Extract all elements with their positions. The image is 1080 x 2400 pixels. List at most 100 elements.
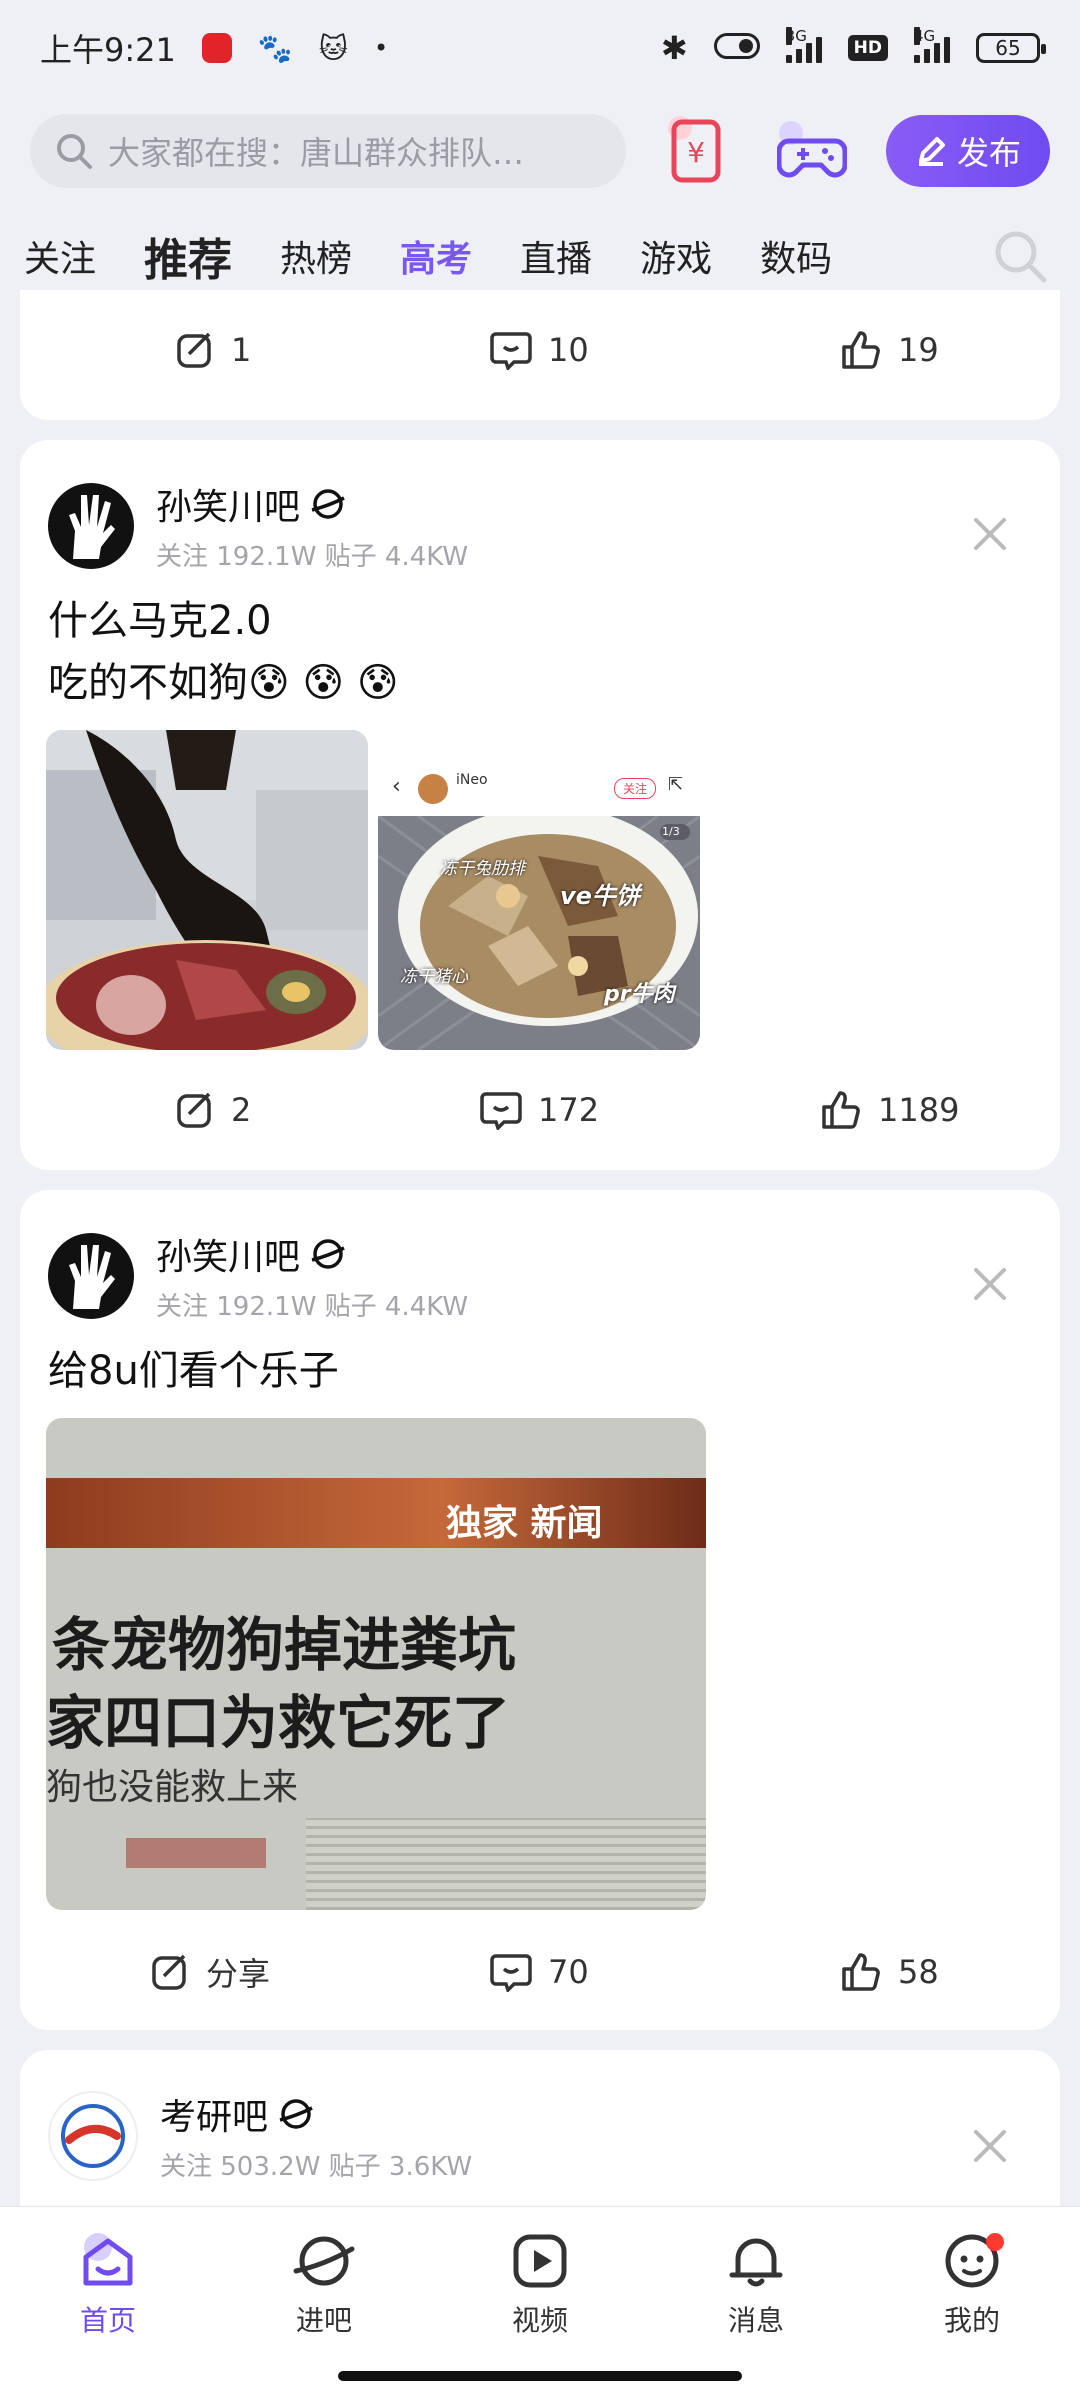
search-placeholder: 大家都在搜：唐山群众排队…: [108, 134, 525, 172]
thumbs-up-icon: [822, 1091, 860, 1129]
back-icon: ‹: [392, 774, 401, 799]
status-time: 上午9:21: [40, 31, 176, 69]
avatar: [48, 482, 134, 569]
tab-hot[interactable]: 热榜: [280, 230, 352, 282]
red-packet-icon: ¥: [668, 116, 721, 183]
post-card: 孙笑川吧 关注 192.1W 贴子 4.4KW 给8u们看个乐子 独家 新闻 条…: [20, 1190, 1060, 2030]
like-button[interactable]: 1189: [820, 1089, 959, 1131]
share-button[interactable]: 1: [175, 330, 251, 370]
share-icon: ⇱: [668, 774, 684, 795]
home-indicator[interactable]: [338, 2371, 742, 2381]
red-packet-button[interactable]: ¥: [650, 105, 742, 197]
screenshot-follow-button: 关注: [614, 778, 657, 799]
netease-music-icon: [201, 33, 232, 63]
share-button[interactable]: 2: [175, 1090, 251, 1130]
app-screen: 上午9:21 🐾 🐱 • ✱ 3G HD 4G 65 大家都在搜：唐山群众排队……: [0, 0, 1080, 2400]
search-icon: [57, 134, 92, 169]
notification-dot: [986, 2233, 1004, 2251]
tab-games[interactable]: 游戏: [640, 230, 712, 282]
bottom-navigation: 首页 进吧 视频 消息 我的: [0, 2206, 1080, 2400]
nav-video[interactable]: 视频: [470, 2229, 610, 2339]
planet-icon: [293, 2236, 355, 2286]
author-name: 孙笑川吧: [156, 1237, 301, 1278]
author-name: 考研吧: [160, 2097, 269, 2138]
post-image-screenshot[interactable]: ‹ iNeo 关注 ⇱ 1/3 冻干兔肋排 ve牛饼 冻干猪心 pr牛肉: [378, 730, 700, 1050]
tab-gaokao[interactable]: 高考: [400, 230, 472, 282]
comment-button[interactable]: 172: [480, 1090, 599, 1130]
share-icon: [152, 1954, 186, 1990]
post-text: 给8u们看个乐子: [48, 1348, 339, 1394]
publish-button[interactable]: 发布: [886, 115, 1050, 187]
signal-3g-icon: 3G: [785, 27, 822, 63]
tab-recommend[interactable]: 推荐: [144, 224, 232, 288]
home-icon: [83, 2233, 133, 2286]
planet-icon: [279, 2099, 313, 2129]
comment-button[interactable]: 70: [490, 1952, 589, 1992]
post-author[interactable]: 考研吧 关注 503.2W 贴子 3.6KW: [48, 2088, 472, 2183]
close-icon[interactable]: [970, 2126, 1010, 2166]
planet-icon: [311, 489, 345, 519]
top-bar: 大家都在搜：唐山群众排队… ¥ 发布: [0, 96, 1080, 206]
video-play-icon: [513, 2234, 567, 2288]
signal-4g-icon: 4G: [914, 27, 950, 63]
share-icon: [177, 1092, 211, 1128]
share-button[interactable]: 分享: [150, 1949, 270, 1995]
post-actions: 2 172 1189: [20, 1070, 1060, 1150]
author-name: 孙笑川吧: [156, 487, 301, 528]
like-button[interactable]: 19: [840, 329, 939, 371]
tab-digital[interactable]: 数码: [760, 230, 832, 282]
forum-stats: 关注 192.1W 贴子 4.4KW: [156, 1292, 469, 1322]
planet-icon: [311, 1239, 345, 1269]
battery-icon: 65: [976, 33, 1046, 63]
post-card: 孙笑川吧 关注 192.1W 贴子 4.4KW 什么马克2.0 吃的不如狗😰 😰…: [20, 440, 1060, 1170]
hd-badge: HD: [847, 35, 888, 61]
post-text: 什么马克2.0 吃的不如狗😰 😰 😰: [48, 598, 399, 706]
nav-home[interactable]: 首页: [38, 2229, 178, 2339]
status-bar: 上午9:21 🐾 🐱 • ✱ 3G HD 4G 65: [0, 0, 1080, 96]
post-actions: 分享 70 58: [20, 1932, 1060, 2012]
share-icon: [177, 332, 211, 368]
nav-messages[interactable]: 消息: [686, 2229, 826, 2339]
post-author[interactable]: 孙笑川吧 关注 192.1W 贴子 4.4KW: [48, 478, 468, 573]
avatar: [48, 1232, 134, 1319]
post-card: 考研吧 关注 503.2W 贴子 3.6KW: [20, 2050, 1060, 2230]
newspaper-headline: 条宠物狗掉进粪坑: [52, 1611, 517, 1679]
nav-profile[interactable]: 我的: [902, 2229, 1042, 2339]
game-button[interactable]: [766, 105, 858, 197]
comment-icon: [490, 332, 532, 370]
newspaper-banner: 独家 新闻: [446, 1503, 603, 1544]
pen-icon: [918, 137, 945, 166]
tab-live[interactable]: 直播: [520, 230, 592, 282]
post-card: 1 10 19: [20, 290, 1060, 420]
toggle-icon: [713, 29, 760, 67]
newspaper-headline: 家四口为救它死了: [46, 1689, 511, 1757]
post-image-dog[interactable]: [46, 730, 368, 1050]
nav-forums[interactable]: 进吧: [254, 2229, 394, 2339]
paw-icon: 🐾: [257, 31, 293, 65]
avatar: [418, 774, 448, 804]
screenshot-username: iNeo: [456, 772, 488, 788]
gamepad-icon: [777, 121, 847, 178]
avatar: [48, 2090, 138, 2181]
close-icon[interactable]: [970, 514, 1010, 554]
newspaper-subhead: 狗也没能救上来: [46, 1767, 299, 1808]
forum-stats: 关注 192.1W 贴子 4.4KW: [156, 542, 469, 572]
post-actions: 1 10 19: [20, 310, 1060, 390]
comment-button[interactable]: 10: [490, 330, 589, 370]
thumbs-up-icon: [842, 1953, 880, 1991]
post-author[interactable]: 孙笑川吧 关注 192.1W 贴子 4.4KW: [48, 1228, 468, 1323]
tab-search-icon[interactable]: [990, 226, 1050, 286]
close-icon[interactable]: [970, 1264, 1010, 1304]
svg-text:¥: ¥: [687, 136, 705, 169]
comment-icon: [480, 1092, 522, 1130]
post-image-newspaper[interactable]: 独家 新闻 条宠物狗掉进粪坑 家四口为救它死了 狗也没能救上来: [46, 1418, 706, 1910]
bell-icon: [729, 2238, 783, 2287]
bluetooth-icon: ✱: [660, 29, 688, 67]
tab-follow[interactable]: 关注: [24, 230, 96, 282]
cartoon-app-icon: 🐱: [318, 31, 348, 65]
publish-label: 发布: [956, 134, 1021, 172]
like-button[interactable]: 58: [840, 1951, 939, 1993]
thumbs-up-icon: [842, 331, 880, 369]
more-dot-icon: •: [373, 34, 389, 62]
search-input[interactable]: 大家都在搜：唐山群众排队…: [30, 114, 626, 188]
